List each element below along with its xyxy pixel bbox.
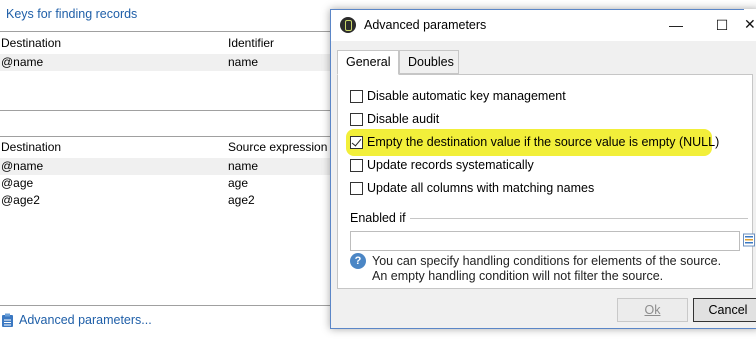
group-divider <box>408 218 748 219</box>
cell-identifier: name <box>228 55 259 69</box>
checkbox[interactable] <box>350 90 363 103</box>
checkbox[interactable] <box>350 159 363 172</box>
table-row[interactable]: @name name <box>0 54 340 71</box>
enabled-if-label: Enabled if <box>350 211 410 225</box>
dialog-title: Advanced parameters <box>364 18 487 32</box>
ok-button-label: Ok <box>644 303 661 317</box>
divider <box>0 136 340 137</box>
expression-editor-icon[interactable] <box>743 233 755 247</box>
cell-destination: @name <box>1 159 44 173</box>
checkbox[interactable] <box>350 113 363 126</box>
advanced-parameters-dialog: Advanced parameters — ☐ General Doubles … <box>330 9 756 329</box>
mapping-grid-header: Destination Source expression <box>0 139 340 156</box>
table-row[interactable]: @name name <box>0 158 340 175</box>
info-line-1: You can specify handling conditions for … <box>372 254 722 268</box>
column-header-destination[interactable]: Destination <box>1 139 61 156</box>
table-row[interactable]: @age2 age2 <box>0 192 340 209</box>
tab-general[interactable]: General <box>337 50 399 75</box>
checkbox-label: Update all columns with matching names <box>367 181 595 195</box>
cell-destination: @age2 <box>1 193 40 207</box>
keys-grid-header: Destination Identifier <box>0 35 340 52</box>
column-header-identifier[interactable]: Identifier <box>228 35 274 52</box>
minimize-button[interactable]: — <box>653 10 699 41</box>
app-logo-icon <box>340 17 356 33</box>
clipboard-icon <box>2 313 13 327</box>
ok-button[interactable]: Ok <box>617 298 688 322</box>
dialog-titlebar[interactable]: Advanced parameters — ☐ <box>331 10 756 41</box>
enabled-if-input[interactable] <box>350 231 740 251</box>
divider <box>0 110 340 111</box>
info-line-2: An empty handling condition will not fil… <box>372 269 664 283</box>
checkbox-label: Empty the destination value if the sourc… <box>367 135 720 149</box>
cell-source-expression: age2 <box>228 193 255 207</box>
help-icon: ? <box>350 253 366 269</box>
tab-doubles[interactable]: Doubles <box>399 50 459 74</box>
checkbox-label: Disable audit <box>367 112 440 126</box>
checkbox-checked[interactable] <box>350 136 363 149</box>
advanced-parameters-label: Advanced parameters... <box>19 313 152 327</box>
checkbox-label: Disable automatic key management <box>367 89 566 103</box>
cancel-button[interactable]: Cancel <box>693 298 756 322</box>
column-header-source-expression[interactable]: Source expression <box>228 139 327 156</box>
table-row[interactable]: @age age <box>0 175 340 192</box>
maximize-button[interactable]: ☐ <box>699 10 745 41</box>
info-text: You can specify handling conditions for … <box>372 254 721 284</box>
divider <box>0 305 340 306</box>
keys-for-finding-records-link[interactable]: Keys for finding records <box>6 7 137 21</box>
column-header-destination[interactable]: Destination <box>1 35 61 52</box>
general-tab-panel: Disable automatic key management Disable… <box>337 74 755 289</box>
checkbox-label: Update records systematically <box>367 158 534 172</box>
divider <box>0 31 340 32</box>
cell-destination: @age <box>1 176 34 190</box>
checkbox[interactable] <box>350 182 363 195</box>
cell-source-expression: name <box>228 159 259 173</box>
cell-source-expression: age <box>228 176 249 190</box>
close-button[interactable]: ✕ <box>744 9 756 40</box>
cell-destination: @name <box>1 55 44 69</box>
